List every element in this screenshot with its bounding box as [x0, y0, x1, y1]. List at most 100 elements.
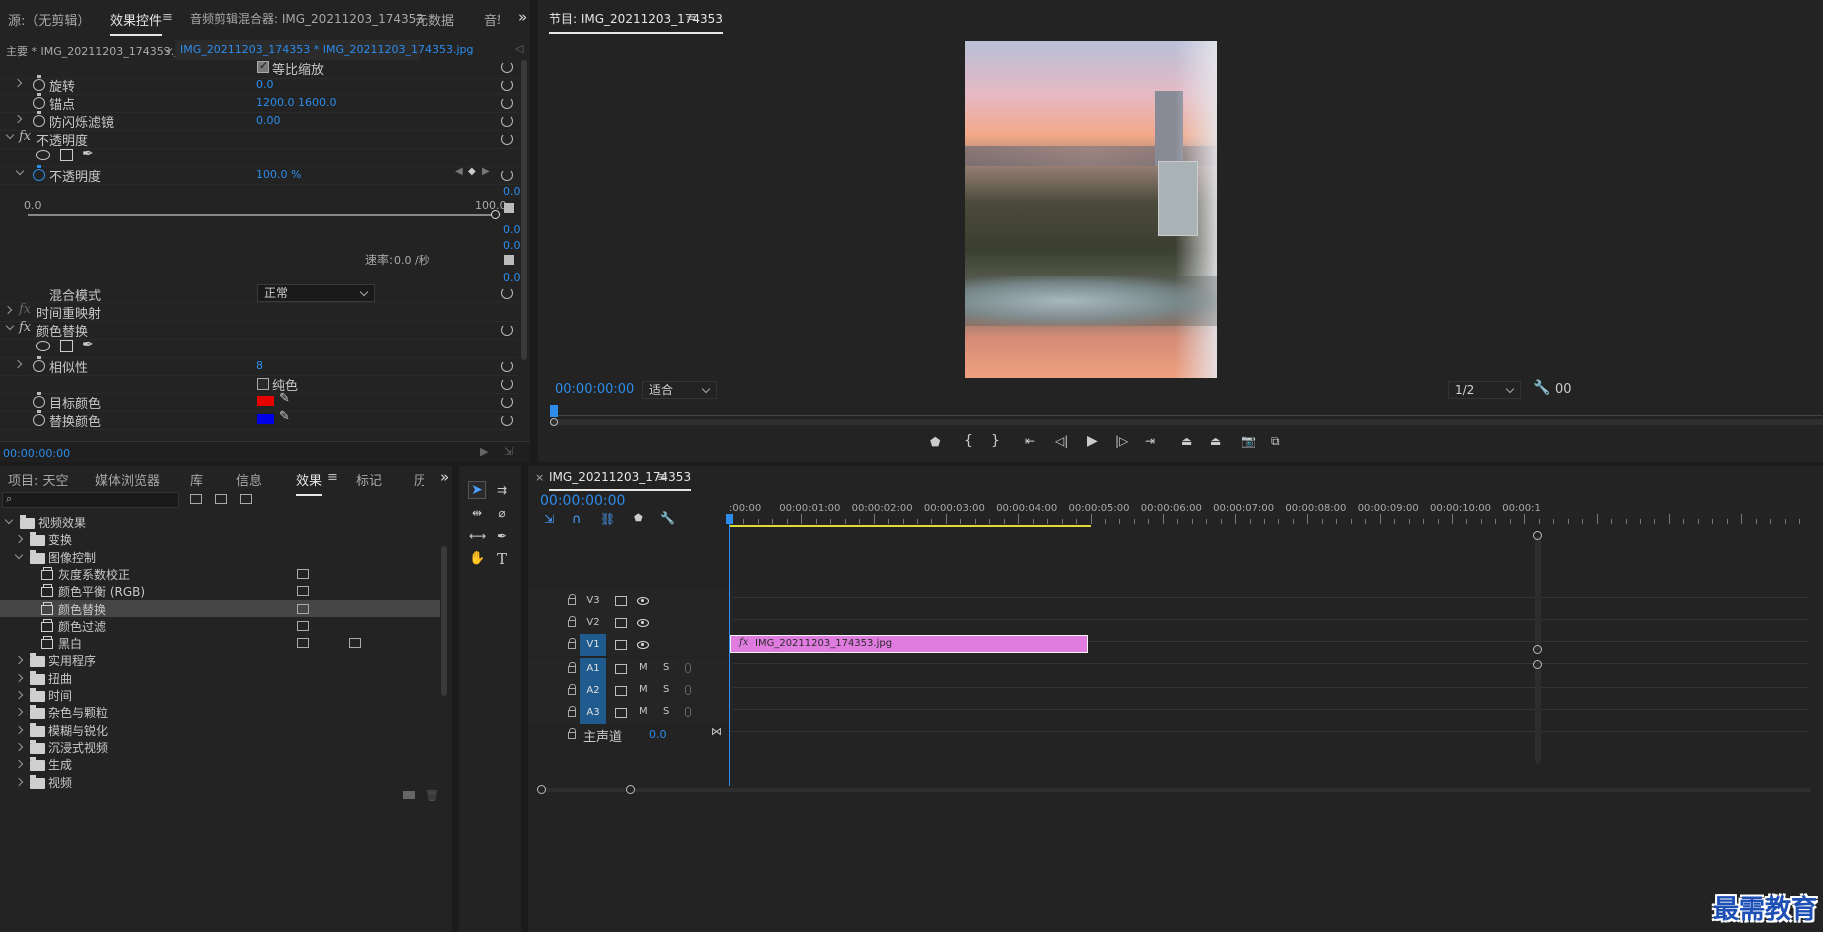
- eye-icon[interactable]: [637, 597, 649, 605]
- tab-effects[interactable]: 效果: [296, 470, 323, 496]
- stopwatch-icon[interactable]: [33, 392, 45, 408]
- more-tabs-icon[interactable]: »: [518, 8, 527, 26]
- selection-tool-icon[interactable]: ➤: [468, 481, 486, 499]
- tab-libraries[interactable]: 库: [190, 470, 203, 489]
- fx-icon[interactable]: fx: [19, 129, 31, 144]
- prev-keyframe-icon[interactable]: ◀: [455, 166, 463, 177]
- microphone-icon[interactable]: [685, 663, 691, 673]
- solo-button[interactable]: S: [663, 662, 669, 673]
- rectangle-mask-icon[interactable]: [60, 149, 73, 161]
- sequence-tab[interactable]: IMG_20211203_174353: [549, 470, 692, 491]
- lock-icon[interactable]: [568, 616, 576, 627]
- lock-icon[interactable]: [568, 684, 576, 695]
- reset-icon[interactable]: [501, 360, 513, 372]
- lock-icon[interactable]: [568, 638, 576, 649]
- effect-folder[interactable]: 视频效果: [0, 513, 440, 530]
- pen-tool-icon[interactable]: ✒: [493, 527, 511, 545]
- mark-in-icon[interactable]: {: [964, 433, 973, 449]
- tab-info[interactable]: 信息: [236, 470, 262, 489]
- delete-icon[interactable]: 🗑: [425, 789, 439, 802]
- nest-icon[interactable]: ⇲: [544, 512, 554, 526]
- panel-menu-icon[interactable]: ≡: [657, 470, 668, 485]
- panel-menu-icon[interactable]: ≡: [162, 10, 173, 25]
- timeline-timecode[interactable]: 00:00:00:00: [540, 493, 625, 509]
- sync-lock-icon[interactable]: [615, 686, 627, 696]
- effect-item[interactable]: 颜色过滤: [0, 617, 440, 634]
- opacity-slider-handle[interactable]: [491, 210, 500, 219]
- effect-folder[interactable]: 实用程序: [0, 651, 440, 668]
- sync-lock-icon[interactable]: [615, 708, 627, 718]
- tab-audio-track[interactable]: 音轨: [484, 10, 500, 29]
- similarity-value[interactable]: 8: [256, 359, 263, 372]
- effect-folder[interactable]: 变换: [0, 530, 440, 547]
- anchor-y-value[interactable]: 1600.0: [298, 96, 337, 109]
- razor-tool-icon[interactable]: ⌀: [493, 504, 511, 522]
- effects-tree-scrollbar[interactable]: [441, 546, 447, 696]
- clip-label[interactable]: IMG_20211203_174353 * IMG_20211203_17435…: [180, 43, 474, 56]
- solid-color-checkbox[interactable]: [257, 378, 269, 390]
- reset-icon[interactable]: [501, 79, 513, 91]
- eye-icon[interactable]: [637, 641, 649, 649]
- play-icon[interactable]: ▶: [1087, 433, 1098, 449]
- slip-tool-icon[interactable]: ⟷: [468, 527, 486, 545]
- ellipse-mask-icon[interactable]: [36, 150, 50, 160]
- reset-icon[interactable]: [501, 133, 513, 145]
- replace-color-swatch[interactable]: [257, 414, 274, 424]
- panel-menu-icon[interactable]: ≡: [327, 470, 338, 485]
- type-tool-icon[interactable]: T: [493, 550, 511, 568]
- anchor-x-value[interactable]: 1200.0: [256, 96, 295, 109]
- effect-folder[interactable]: 杂色与颗粒: [0, 703, 440, 720]
- timeline-h-scrollbar[interactable]: [541, 788, 1811, 792]
- play-audio-icon[interactable]: ▶: [480, 445, 488, 458]
- playhead[interactable]: [729, 514, 730, 786]
- step-back-icon[interactable]: ◁|: [1055, 434, 1068, 448]
- effect-item[interactable]: 黑白: [0, 634, 440, 651]
- master-volume-value[interactable]: 0.0: [649, 728, 667, 741]
- stopwatch-icon[interactable]: [33, 111, 45, 127]
- stopwatch-icon[interactable]: [33, 93, 45, 109]
- chevron-right-icon[interactable]: [14, 690, 24, 700]
- tab-metadata[interactable]: 元数据: [415, 10, 454, 29]
- video-clip[interactable]: fx IMG_20211203_174353.jpg: [730, 635, 1088, 653]
- expand-icon[interactable]: [13, 114, 23, 124]
- expand-icon[interactable]: [13, 359, 23, 369]
- reset-icon[interactable]: [501, 324, 513, 336]
- work-area-bar[interactable]: [729, 525, 1091, 527]
- go-to-out-icon[interactable]: ⇥: [1145, 434, 1155, 448]
- effects-search-input[interactable]: ⌕: [2, 492, 179, 508]
- stopwatch-icon[interactable]: [33, 75, 45, 91]
- tab-history[interactable]: 历: [414, 470, 424, 489]
- effect-folder[interactable]: 扭曲: [0, 669, 440, 686]
- linked-selection-icon[interactable]: ⛓: [600, 512, 615, 526]
- antiflicker-value[interactable]: 0.00: [256, 114, 281, 127]
- eye-icon[interactable]: [637, 619, 649, 627]
- rotation-value[interactable]: 0.0: [256, 78, 274, 91]
- mark-out-icon[interactable]: }: [991, 433, 1000, 449]
- expand-icon[interactable]: [13, 78, 23, 88]
- graph-scale-icon[interactable]: [504, 203, 514, 213]
- tab-media-browser[interactable]: 媒体浏览器: [95, 470, 160, 489]
- effect-folder[interactable]: 模糊与锐化: [0, 721, 440, 738]
- effects-scrollbar[interactable]: [521, 60, 527, 360]
- reset-icon[interactable]: [501, 287, 513, 299]
- graph-scale-icon[interactable]: [504, 255, 514, 265]
- effect-folder[interactable]: 图像控制: [0, 548, 440, 565]
- reset-icon[interactable]: [501, 97, 513, 109]
- effect-item[interactable]: 颜色平衡 (RGB): [0, 582, 440, 599]
- timeline-settings-icon[interactable]: 🔧: [660, 511, 675, 525]
- fx-icon[interactable]: fx: [19, 302, 31, 317]
- reset-icon[interactable]: [501, 61, 513, 73]
- lift-icon[interactable]: ⏏: [1181, 434, 1192, 448]
- scroll-handle[interactable]: [1533, 660, 1542, 669]
- tab-effect-controls[interactable]: 效果控件: [110, 10, 163, 36]
- ripple-edit-tool-icon[interactable]: ⇹: [468, 504, 486, 522]
- add-marker-icon[interactable]: ⬟: [930, 435, 940, 449]
- lock-icon[interactable]: [568, 728, 576, 739]
- tab-source[interactable]: 源:（无剪辑）: [8, 10, 90, 29]
- mute-button[interactable]: M: [639, 662, 648, 673]
- master-clip-label[interactable]: 主要 * IMG_20211203_174353.jpg: [6, 43, 191, 59]
- add-keyframe-icon[interactable]: ◆: [468, 166, 476, 177]
- zoom-handle[interactable]: [537, 785, 546, 794]
- accelerated-filter-icon[interactable]: [190, 494, 202, 504]
- microphone-icon[interactable]: [685, 707, 691, 717]
